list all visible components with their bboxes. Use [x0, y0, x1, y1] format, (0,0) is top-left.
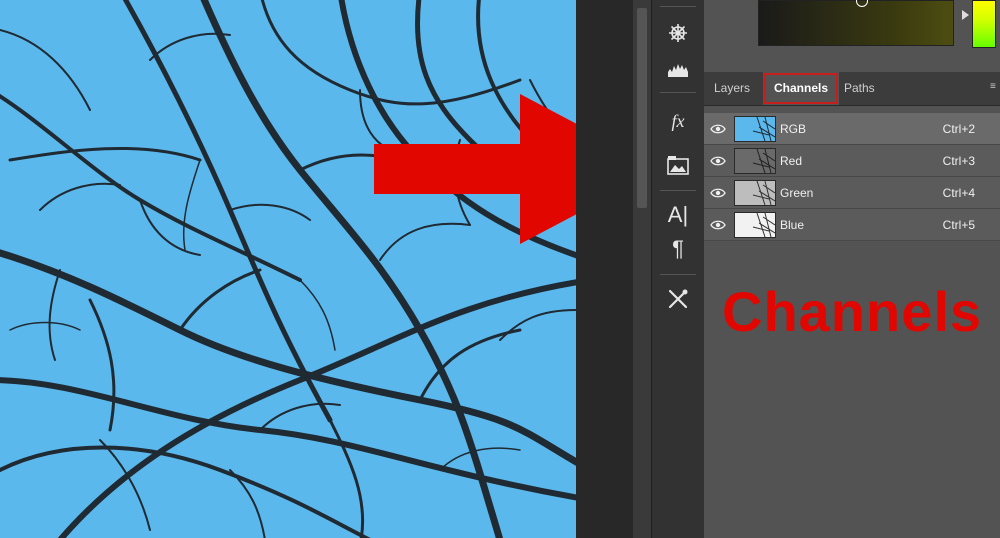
- strip-divider: [660, 274, 696, 275]
- visibility-eye-icon[interactable]: [704, 124, 732, 134]
- tab-channels[interactable]: Channels: [763, 72, 839, 105]
- channel-label: Blue: [780, 217, 805, 232]
- canvas-gutter: [576, 0, 633, 538]
- tab-paths[interactable]: Paths: [844, 72, 875, 105]
- navigator-icon[interactable]: [657, 16, 699, 50]
- channel-shortcut: Ctrl+3: [942, 153, 975, 168]
- channel-thumbnail: [734, 179, 776, 206]
- tools-icon[interactable]: [657, 282, 699, 316]
- annotation-text: Channels: [722, 280, 983, 343]
- channel-label: RGB: [780, 121, 807, 136]
- visibility-eye-icon[interactable]: [704, 188, 732, 198]
- channel-thumbnail: [734, 115, 776, 142]
- channel-label: Green: [780, 185, 814, 200]
- panel-tab-bar: Layers Channels Paths ≡: [704, 72, 1000, 106]
- channel-thumbnail: [734, 211, 776, 238]
- color-cursor[interactable]: [856, 0, 868, 7]
- channel-row-rgb[interactable]: RGB Ctrl+2: [704, 113, 1000, 145]
- channel-thumbnail: [734, 147, 776, 174]
- tab-layers[interactable]: Layers: [714, 72, 750, 105]
- fx-icon[interactable]: fx: [657, 104, 699, 138]
- paragraph-icon[interactable]: ¶: [657, 232, 699, 266]
- channel-label: Red: [780, 153, 803, 168]
- adjustments-icon[interactable]: [657, 148, 699, 182]
- strip-divider: [660, 6, 696, 7]
- panel-menu-icon[interactable]: ≡: [990, 82, 998, 92]
- color-picker: [704, 0, 1000, 72]
- strip-divider: [660, 190, 696, 191]
- channel-shortcut: Ctrl+5: [942, 217, 975, 232]
- channel-shortcut: Ctrl+4: [942, 185, 975, 200]
- channel-row-red[interactable]: Red Ctrl+3: [704, 145, 1000, 177]
- tree-branches-image: [0, 0, 576, 538]
- document-canvas[interactable]: [0, 0, 576, 538]
- visibility-eye-icon[interactable]: [704, 220, 732, 230]
- channel-shortcut: Ctrl+2: [942, 121, 975, 136]
- character-icon[interactable]: A|: [657, 198, 699, 232]
- channels-panel: Layers Channels Paths ≡ RGB Ctrl+2 Red C…: [704, 0, 1000, 538]
- channel-row-green[interactable]: Green Ctrl+4: [704, 177, 1000, 209]
- channel-row-blue[interactable]: Blue Ctrl+5: [704, 209, 1000, 241]
- hue-slider-arrow[interactable]: [962, 10, 969, 20]
- vertical-scrollbar[interactable]: [633, 0, 651, 538]
- visibility-eye-icon[interactable]: [704, 156, 732, 166]
- scrollbar-thumb[interactable]: [637, 8, 647, 208]
- strip-divider: [660, 92, 696, 93]
- panel-icon-strip: fx A| ¶: [651, 0, 705, 538]
- hue-slider[interactable]: [972, 0, 996, 48]
- color-field[interactable]: [758, 0, 954, 46]
- histogram-icon[interactable]: [657, 52, 699, 86]
